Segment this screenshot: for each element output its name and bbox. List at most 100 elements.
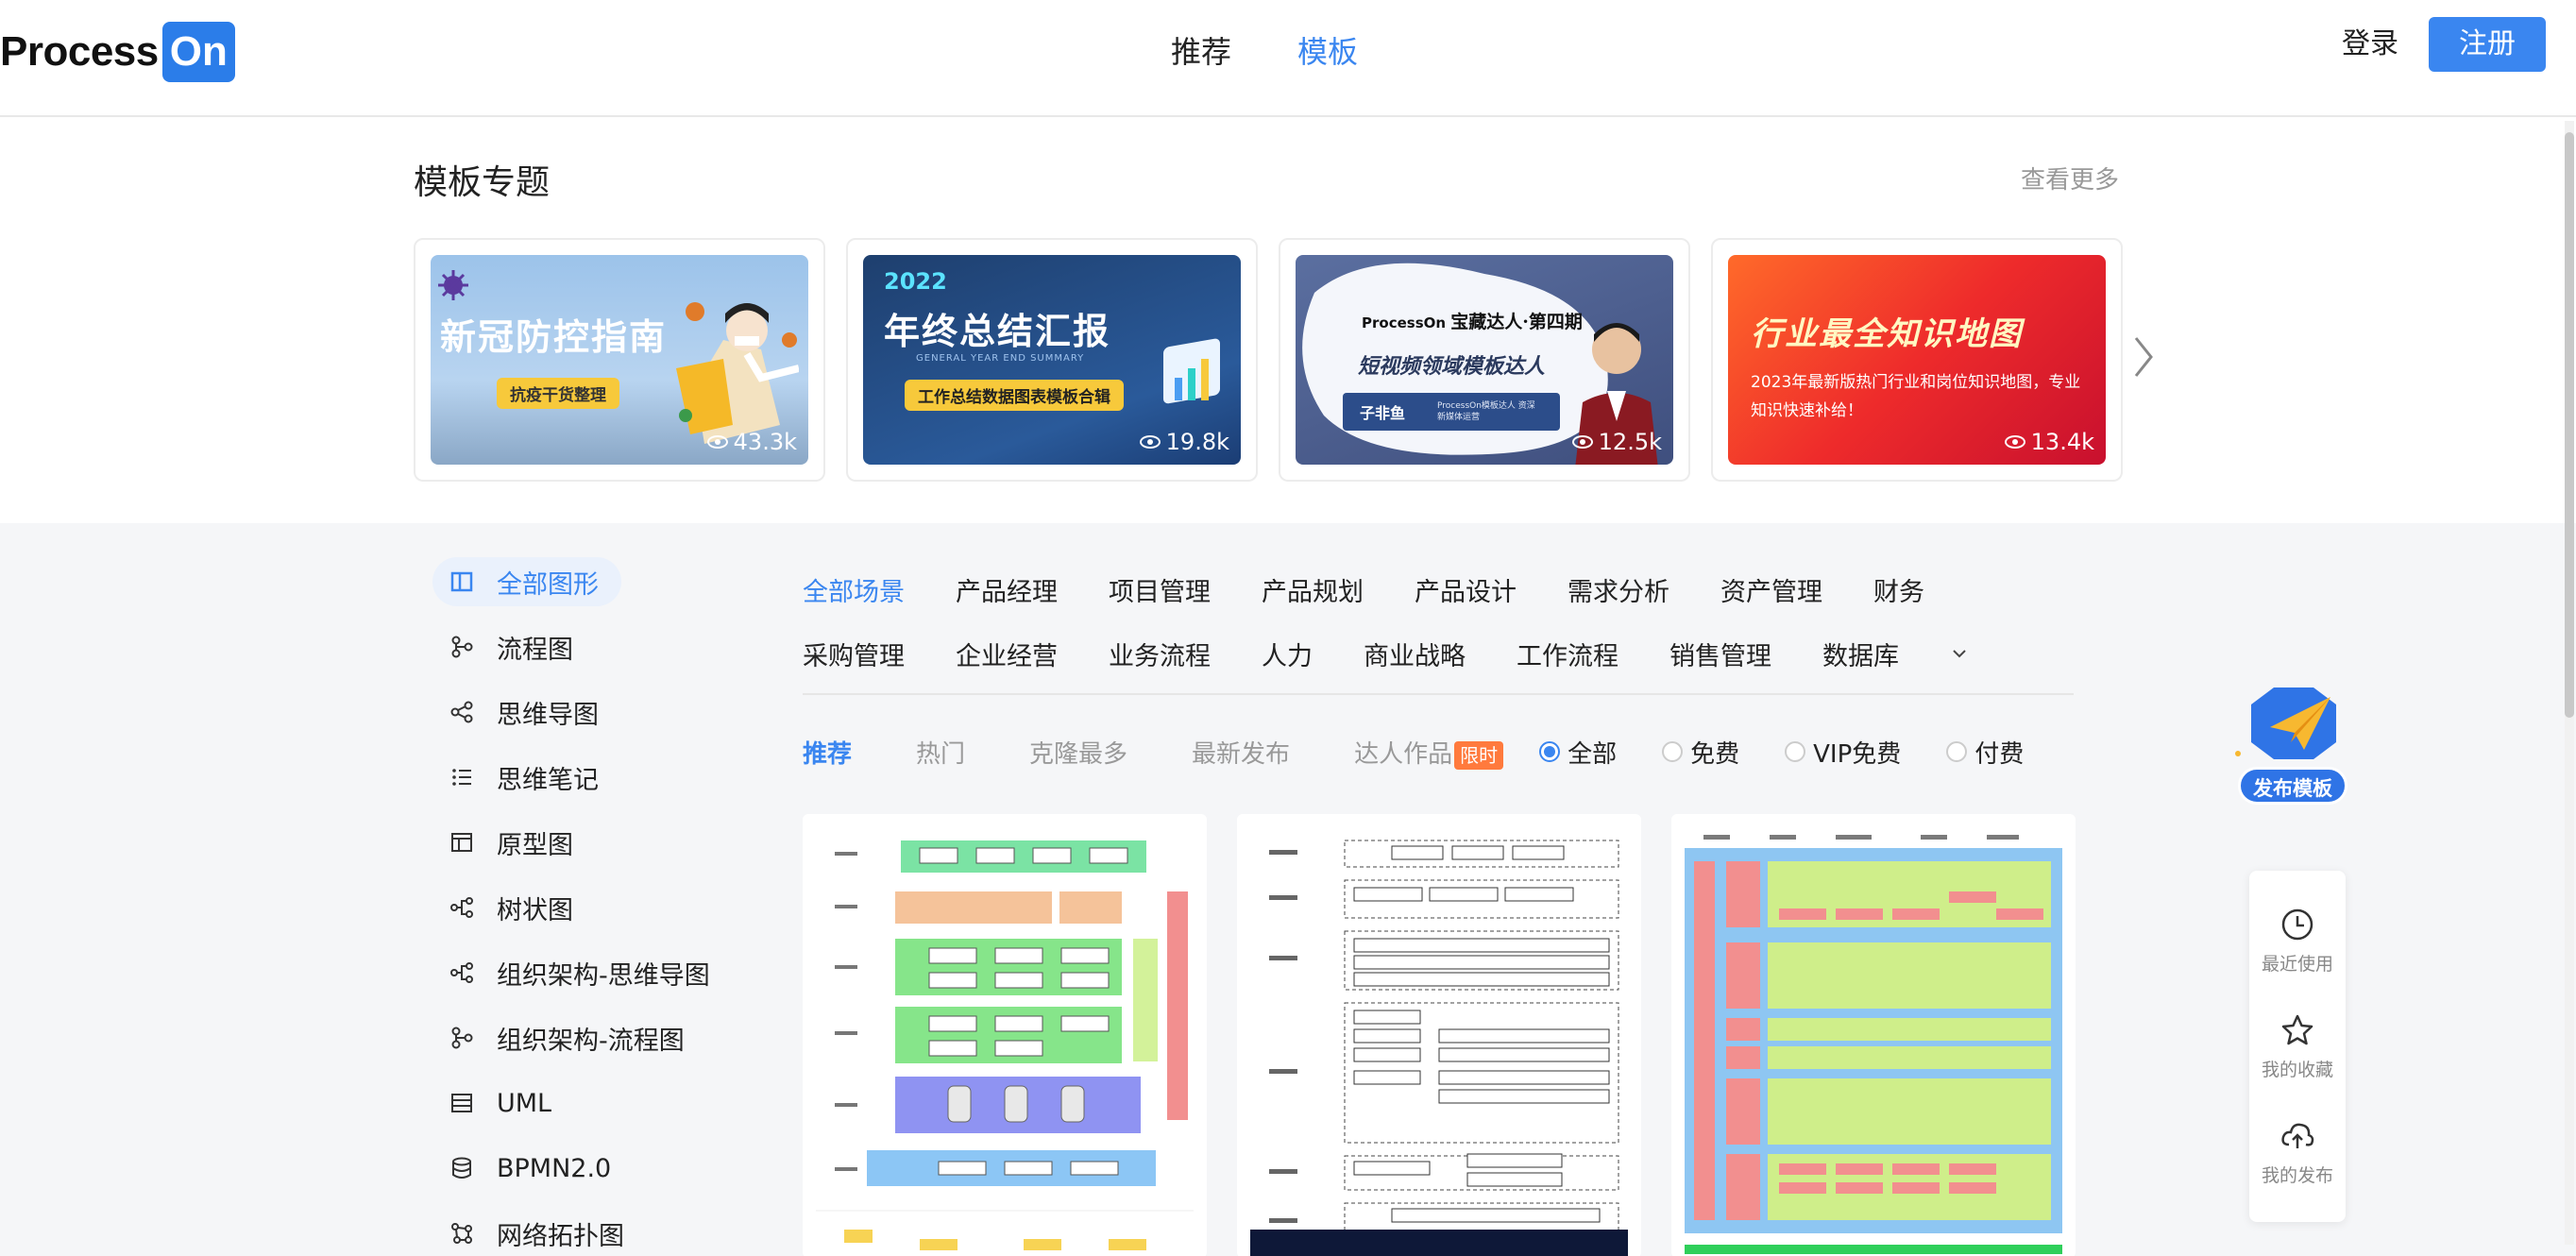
sidebar-item-network[interactable]: 网络拓扑图 bbox=[432, 1209, 647, 1256]
filter-all[interactable]: 全部 bbox=[1539, 735, 1617, 770]
category-item[interactable]: 商业战略 bbox=[1364, 636, 1466, 672]
template-card[interactable] bbox=[1671, 814, 2076, 1256]
nav-templates[interactable]: 模板 bbox=[1297, 28, 1358, 76]
template-topics-section: 模板专题 查看更多 新冠防控指南 抗疫干货整理 43.3k 2022 年终总结汇… bbox=[0, 117, 2576, 523]
sidebar-item-label: 流程图 bbox=[497, 635, 573, 665]
nav-recommend[interactable]: 推荐 bbox=[1171, 28, 1231, 76]
category-item[interactable]: 产品设计 bbox=[1415, 571, 1517, 608]
sidebar-item-label: 全部图形 bbox=[497, 569, 599, 600]
sidebar-item-label: 思维笔记 bbox=[497, 765, 599, 795]
sort-expert-works[interactable]: 达人作品 限时 bbox=[1354, 735, 1504, 770]
top-header: Process On 推荐 模板 登录 注册 bbox=[0, 0, 2576, 117]
virus-icon bbox=[438, 270, 468, 300]
org-mindmap-icon bbox=[449, 960, 474, 985]
publish-template-widget[interactable]: 发布模板 bbox=[2225, 684, 2357, 808]
template-card[interactable] bbox=[803, 814, 1207, 1256]
processon-logo[interactable]: Process On bbox=[0, 17, 235, 87]
sidebar-item-mindmap[interactable]: 思维导图 bbox=[432, 687, 621, 737]
category-item[interactable]: 财务 bbox=[1873, 571, 1924, 608]
category-item[interactable]: 采购管理 bbox=[803, 636, 905, 672]
publish-template-button[interactable]: 发布模板 bbox=[2238, 767, 2347, 805]
category-item[interactable]: 销售管理 bbox=[1669, 636, 1771, 672]
eye-icon bbox=[1139, 435, 1161, 449]
topic-card-desc: 2023年最新版热门行业和岗位知识地图，专业知识快速补给！ bbox=[1751, 373, 2081, 420]
all-shapes-icon bbox=[449, 569, 474, 594]
topic-card-views: 43.3k bbox=[706, 429, 797, 455]
network-icon bbox=[449, 1221, 474, 1246]
view-more-link[interactable]: 查看更多 bbox=[2021, 161, 2119, 195]
filter-paid[interactable]: 付费 bbox=[1946, 735, 2024, 770]
sidebar-item-flowchart[interactable]: 流程图 bbox=[432, 622, 596, 671]
tool-favorites[interactable]: 我的收藏 bbox=[2249, 1012, 2346, 1081]
sidebar-item-label: 组织架构-思维导图 bbox=[497, 960, 710, 991]
card-brand: ProcessOn 宝藏达人·第四期 bbox=[1362, 308, 1583, 333]
tool-my-published[interactable]: 我的发布 bbox=[2249, 1118, 2346, 1187]
topic-card-image: ProcessOn 宝藏达人·第四期 短视频领域模板达人 子非鱼 Process… bbox=[1296, 255, 1673, 465]
sidebar-item-label: UML bbox=[497, 1088, 552, 1118]
filter-free[interactable]: 免费 bbox=[1662, 735, 1739, 770]
limited-badge: 限时 bbox=[1454, 740, 1504, 770]
category-all-scenes[interactable]: 全部场景 bbox=[803, 571, 905, 608]
category-item[interactable]: 人力 bbox=[1262, 636, 1313, 672]
login-link[interactable]: 登录 bbox=[2342, 25, 2398, 64]
category-item[interactable]: 数据库 bbox=[1822, 636, 1899, 672]
sidebar-item-label: 网络拓扑图 bbox=[497, 1221, 624, 1251]
topic-cards: 新冠防控指南 抗疫干货整理 43.3k 2022 年终总结汇报 GENERAL … bbox=[414, 238, 2123, 482]
category-item[interactable]: 资产管理 bbox=[1720, 571, 1822, 608]
topic-card-title: 年终总结汇报 bbox=[884, 311, 1111, 352]
divider bbox=[803, 693, 2074, 695]
eye-icon bbox=[1571, 435, 1593, 449]
sidebar-item-org-flowchart[interactable]: 组织架构-流程图 bbox=[432, 1013, 707, 1062]
tool-recent[interactable]: 最近使用 bbox=[2249, 907, 2346, 976]
category-item[interactable]: 产品规划 bbox=[1262, 571, 1364, 608]
logo-text: Process bbox=[0, 28, 159, 75]
prototype-icon bbox=[449, 830, 474, 855]
filter-vip-free[interactable]: VIP免费 bbox=[1785, 735, 1901, 770]
category-item[interactable]: 产品经理 bbox=[956, 571, 1058, 608]
sort-latest[interactable]: 最新发布 bbox=[1192, 735, 1290, 770]
uml-icon bbox=[449, 1091, 474, 1115]
sidebar-item-org-mindmap[interactable]: 组织架构-思维导图 bbox=[432, 948, 733, 997]
sidebar-item-uml[interactable]: UML bbox=[432, 1078, 574, 1128]
topic-card-subtitle: 抗疫干货整理 bbox=[497, 378, 619, 409]
star-icon bbox=[2281, 1014, 2313, 1045]
register-button[interactable]: 注册 bbox=[2429, 17, 2546, 72]
sort-expert-label: 达人作品 bbox=[1354, 739, 1453, 769]
views-count: 19.8k bbox=[1165, 429, 1229, 455]
radio-icon bbox=[1662, 741, 1684, 762]
paper-plane-icon bbox=[2235, 687, 2336, 759]
main-nav: 推荐 模板 bbox=[1171, 28, 1358, 76]
sidebar-item-bpmn[interactable]: BPMN2.0 bbox=[432, 1144, 634, 1193]
topic-card-views: 19.8k bbox=[1139, 429, 1229, 455]
topic-card[interactable]: ProcessOn 宝藏达人·第四期 短视频领域模板达人 子非鱼 Process… bbox=[1279, 238, 1690, 482]
category-item[interactable]: 业务流程 bbox=[1109, 636, 1211, 672]
card-brand-name: ProcessOn bbox=[1362, 314, 1447, 331]
sort-hot[interactable]: 热门 bbox=[916, 735, 965, 770]
topic-card[interactable]: 2022 年终总结汇报 GENERAL YEAR END SUMMARY 工作总… bbox=[846, 238, 1258, 482]
topic-card-subtitle: 工作总结数据图表模板合辑 bbox=[905, 380, 1124, 411]
topic-card-image: 2022 年终总结汇报 GENERAL YEAR END SUMMARY 工作总… bbox=[863, 255, 1241, 465]
category-item[interactable]: 企业经营 bbox=[956, 636, 1058, 672]
filter-label: 全部 bbox=[1568, 739, 1618, 769]
topic-card[interactable]: 新冠防控指南 抗疫干货整理 43.3k bbox=[414, 238, 825, 482]
topic-card-tagline: GENERAL YEAR END SUMMARY bbox=[916, 353, 1085, 364]
category-item[interactable]: 工作流程 bbox=[1517, 636, 1618, 672]
radio-icon bbox=[1946, 741, 1968, 762]
template-thumbnail bbox=[816, 833, 1194, 1256]
topic-card-image: 新冠防控指南 抗疫干货整理 43.3k bbox=[431, 255, 808, 465]
topic-card[interactable]: 行业最全知识地图 2023年最新版热门行业和岗位知识地图，专业知识快速补给！ 1… bbox=[1711, 238, 2123, 482]
chevron-right-icon[interactable] bbox=[2130, 331, 2157, 383]
sort-recommend[interactable]: 推荐 bbox=[803, 735, 852, 770]
filter-label: 付费 bbox=[1974, 739, 2025, 769]
template-card[interactable] bbox=[1237, 814, 1641, 1256]
sort-most-cloned[interactable]: 克隆最多 bbox=[1029, 735, 1127, 770]
category-item[interactable]: 需求分析 bbox=[1568, 571, 1669, 608]
chevron-down-icon[interactable] bbox=[1950, 644, 1969, 663]
sidebar-item-prototype[interactable]: 原型图 bbox=[432, 818, 596, 867]
sidebar-item-tree[interactable]: 树状图 bbox=[432, 883, 596, 932]
sidebar-item-all-shapes[interactable]: 全部图形 bbox=[432, 557, 621, 606]
scrollbar-thumb[interactable] bbox=[2565, 132, 2574, 718]
category-item[interactable]: 项目管理 bbox=[1109, 571, 1211, 608]
sidebar-item-mind-notes[interactable]: 思维笔记 bbox=[432, 753, 621, 802]
card-person-bar: 子非鱼 ProcessOn模板达人 资深新媒体运营 bbox=[1343, 393, 1560, 431]
